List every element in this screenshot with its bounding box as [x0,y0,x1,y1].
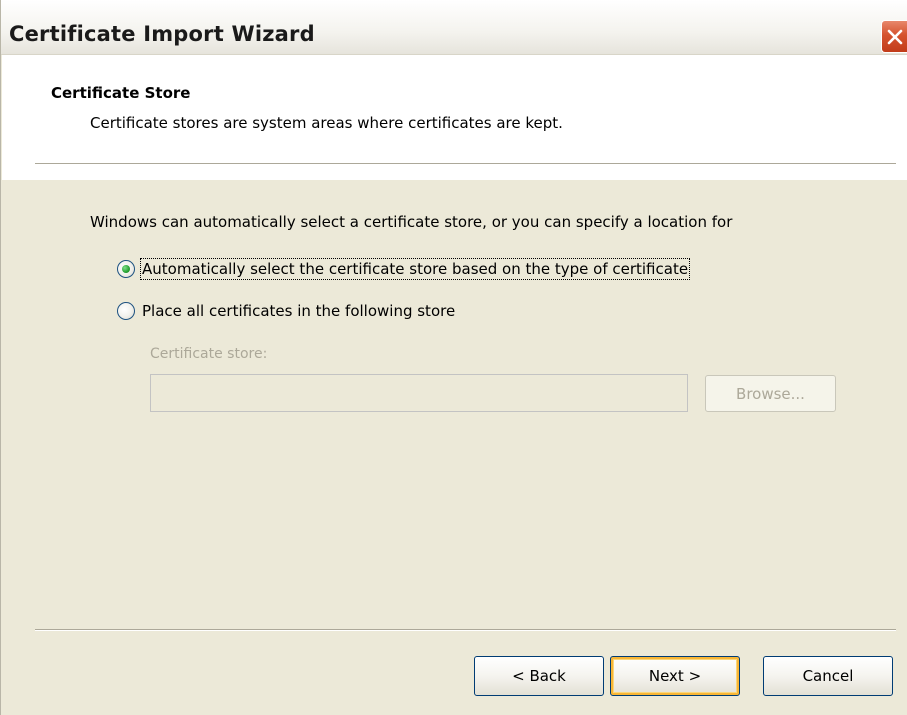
title-bar[interactable]: Certificate Import Wizard [1,0,907,55]
intro-text: Windows can automatically select a certi… [90,213,733,231]
back-button[interactable]: < Back [474,656,604,696]
page-description: Certificate stores are system areas wher… [90,114,563,132]
cancel-button[interactable]: Cancel [763,656,893,696]
option-auto-select[interactable]: Automatically select the certificate sto… [117,256,691,282]
radio-selected-dot [122,265,130,273]
option-place-in-store-label[interactable]: Place all certificates in the following … [141,301,456,321]
footer-divider [35,629,896,631]
radio-place-in-store[interactable] [117,302,135,320]
option-auto-select-label[interactable]: Automatically select the certificate sto… [139,258,691,280]
window-title: Certificate Import Wizard [9,22,315,46]
header-divider [35,163,896,165]
next-button[interactable]: Next > [610,656,740,696]
certificate-store-label: Certificate store: [150,346,268,362]
close-button[interactable] [881,20,907,53]
radio-auto-select[interactable] [117,260,135,278]
certificate-store-field[interactable] [150,374,688,412]
wizard-window: Certificate Import Wizard Certificate St… [0,0,907,715]
option-place-in-store[interactable]: Place all certificates in the following … [117,298,456,324]
browse-button[interactable]: Browse... [705,375,836,412]
page-heading: Certificate Store [51,84,191,102]
close-icon [886,28,904,46]
